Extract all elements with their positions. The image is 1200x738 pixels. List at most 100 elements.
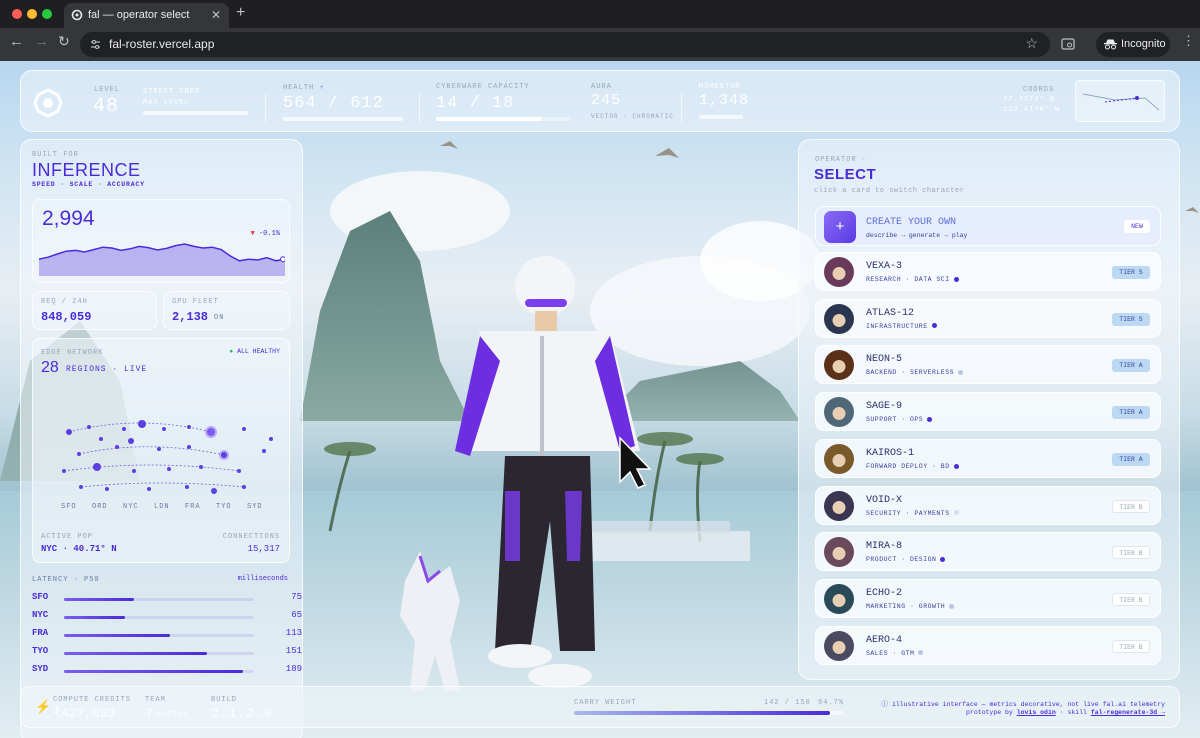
create-sub: describe → generate → play	[866, 232, 968, 239]
latency-label: LATENCY · P50	[32, 576, 100, 584]
back-arrow-icon[interactable]: ←	[9, 33, 24, 50]
latency-bar	[64, 616, 254, 619]
active-pop-value: NYC · 40.71° N	[41, 544, 117, 554]
skill-link[interactable]: fal-regenerate-3d →	[1091, 709, 1165, 716]
incognito-indicator[interactable]: Incognito	[1096, 32, 1170, 57]
latency-bar	[64, 598, 254, 601]
built-for-label: BUILT FOR	[32, 151, 79, 159]
operator-card[interactable]: MIRA-8 PRODUCT · DESIGN TIER B	[815, 532, 1161, 572]
carry-pct: 94.7%	[818, 699, 845, 707]
aura-label: AURA	[591, 83, 612, 91]
city-label: NYC	[123, 503, 139, 511]
operator-card[interactable]: NEON-5 BACKEND · SERVERLESS TIER A	[815, 345, 1161, 385]
city-label: SFO	[61, 503, 77, 511]
minimap[interactable]	[1075, 80, 1165, 122]
connections-value: 15,317	[247, 544, 280, 554]
throughput-value: 2,994	[42, 207, 95, 230]
operator-role: FORWARD DEPLOY · BD	[866, 463, 959, 470]
operator-avatar	[824, 537, 854, 568]
status-dot-icon	[953, 463, 959, 469]
city-label: TYO	[216, 503, 232, 511]
latency-value: 65	[291, 610, 302, 620]
latency-row: NYC 65	[32, 610, 302, 626]
tab-search-icon[interactable]	[1061, 38, 1075, 51]
operator-name: KAIROS-1	[866, 447, 915, 459]
operator-name: MIRA-8	[866, 541, 903, 553]
operator-role: INFRASTRUCTURE	[866, 323, 937, 330]
status-dot-icon: ●	[229, 348, 234, 355]
game-viewport: LEVEL 48 STREET CRED MAX LEVEL HEALTH ⚡ …	[0, 61, 1200, 738]
operator-card[interactable]: KAIROS-1 FORWARD DEPLOY · BD TIER A	[815, 438, 1161, 478]
tier-badge: TIER S	[1112, 266, 1150, 279]
author-link[interactable]: lovis odin	[1017, 709, 1056, 716]
operator-card[interactable]: ATLAS-12 INFRASTRUCTURE TIER S	[815, 298, 1161, 338]
forward-arrow-icon[interactable]: →	[34, 33, 49, 50]
carry-label: CARRY WEIGHT	[574, 699, 637, 707]
close-window-button[interactable]	[12, 9, 22, 19]
site-settings-icon[interactable]	[90, 39, 101, 50]
create-your-own-card[interactable]: + CREATE YOUR OWN describe → generate → …	[815, 206, 1161, 246]
coords-lat: 37.7774° N	[1003, 96, 1056, 104]
req-label: REQ / 24H	[41, 298, 88, 306]
operator-card[interactable]: SAGE-9 SUPPORT · OPS TIER A	[815, 392, 1161, 432]
minimize-window-button[interactable]	[27, 9, 37, 19]
operator-card[interactable]: VOID-X SECURITY · PAYMENTS TIER B	[815, 485, 1161, 525]
build-value: 2.1.2.0	[211, 706, 273, 721]
latency-row: SYD 189	[32, 664, 302, 680]
operator-card[interactable]: ECHO-2 MARKETING · GROWTH TIER B	[815, 578, 1161, 618]
operator-card[interactable]: AERO-4 SALES · GTM TIER B	[815, 625, 1161, 665]
bookmark-star-icon[interactable]: ☆	[1025, 35, 1038, 52]
active-pop-label: ACTIVE PoP	[41, 533, 94, 541]
inference-panel: BUILT FOR INFERENCE SPEED · SCALE · ACCU…	[20, 139, 303, 738]
carry-value: 142 / 150	[764, 699, 811, 707]
city-label: LDN	[154, 503, 170, 511]
operator-avatar	[824, 630, 854, 661]
tier-badge: TIER B	[1112, 546, 1150, 560]
edge-network-map[interactable]	[39, 409, 285, 514]
status-dot-icon	[918, 650, 924, 656]
status-dot-icon	[958, 370, 964, 376]
health-bar	[283, 117, 403, 121]
inference-title: INFERENCE	[32, 160, 141, 180]
operator-name: ATLAS-12	[866, 307, 915, 319]
tier-badge: TIER S	[1112, 312, 1150, 326]
latency-row: FRA 113	[32, 628, 302, 644]
status-dot-icon	[940, 556, 946, 562]
credits-label: COMPUTE CREDITS	[53, 696, 132, 704]
latency-bar	[64, 652, 254, 655]
latency-row: TYO 151	[32, 646, 302, 662]
edge-health: ● ALL HEALTHY	[229, 348, 280, 355]
reload-icon[interactable]: ↻	[58, 33, 70, 50]
tab-bar: fal — operator select ✕ +	[0, 0, 1200, 28]
team-label: TEAM	[145, 696, 166, 704]
operator-card[interactable]: VEXA-3 RESEARCH · DATA SCI TIER S	[815, 252, 1161, 291]
connections-label: CONNECTIONS	[222, 533, 280, 541]
health-label: HEALTH ⚡	[283, 84, 325, 92]
req-card: REQ / 24H 848,059	[32, 291, 157, 330]
gpu-label: GPU FLEET	[172, 298, 219, 306]
browser-tab[interactable]: fal — operator select ✕	[64, 3, 229, 28]
maximize-window-button[interactable]	[42, 9, 52, 19]
gpu-unit: ON	[214, 314, 225, 322]
operator-role: RESEARCH · DATA SCI	[866, 276, 959, 283]
browser-window: fal — operator select ✕ + ← → ↻ fal-rost…	[0, 0, 1200, 738]
latency-city: SYD	[32, 664, 49, 674]
address-bar[interactable]: fal-roster.vercel.app ☆	[80, 32, 1050, 57]
carry-bar-fill	[574, 711, 830, 715]
operator-kicker: OPERATOR ·	[815, 156, 868, 164]
city-label: FRA	[185, 503, 201, 511]
new-tab-button[interactable]: +	[236, 4, 245, 22]
browser-menu-icon[interactable]: ⋮	[1182, 33, 1195, 49]
level-label: LEVEL	[94, 86, 121, 94]
street-cred-bar	[143, 111, 248, 115]
sparkline-endpoint	[280, 256, 285, 263]
latency-city: FRA	[32, 628, 49, 638]
operator-role: MARKETING · GROWTH	[866, 603, 955, 610]
fal-logo-icon	[33, 88, 63, 118]
team-value: 7	[145, 706, 153, 721]
status-dot-icon	[927, 416, 933, 422]
throughput-sparkline	[39, 243, 285, 276]
operator-name: SAGE-9	[866, 401, 903, 413]
close-tab-icon[interactable]: ✕	[211, 3, 221, 28]
build-label: BUILD	[211, 696, 238, 704]
